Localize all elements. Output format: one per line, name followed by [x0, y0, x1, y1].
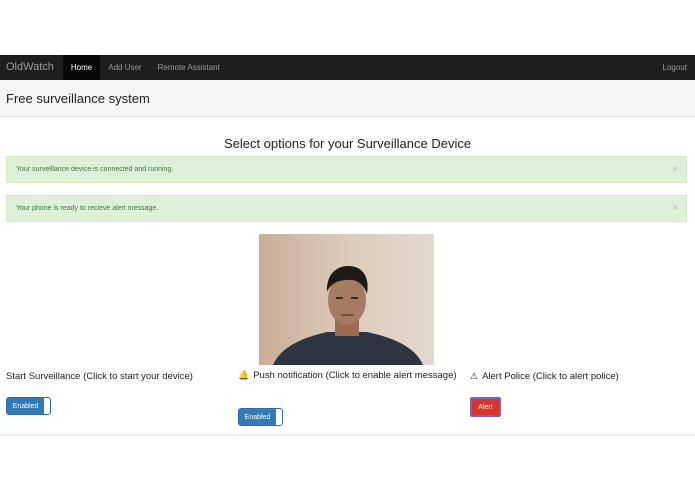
start-surveillance-label: Start Surveillance (Click to start your …: [6, 371, 193, 382]
push-notification-label: 🔔 Push notification (Click to enable aler…: [238, 370, 458, 381]
options-heading: Select options for your Surveillance Dev…: [223, 136, 472, 151]
alert-message: Your surveillance device is connected an…: [16, 166, 174, 173]
close-icon[interactable]: ×: [672, 203, 678, 214]
logout-link[interactable]: Logout: [655, 55, 695, 80]
alert-police-text: Alert Police (Click to alert police): [482, 371, 619, 382]
push-notification-text: Push notification (Click to enable alert…: [253, 370, 457, 381]
warning-icon: ⚠: [470, 371, 479, 381]
start-surveillance-toggle[interactable]: Enabled: [6, 397, 51, 415]
nav-item-remote-assistant[interactable]: Remote Assistant: [150, 55, 228, 80]
alert-police-label: ⚠ Alert Police (Click to alert police): [470, 371, 619, 382]
start-surveillance-text: Start Surveillance (Click to start your …: [6, 371, 193, 382]
page-title: Free surveillance system: [6, 91, 150, 106]
phone-status-alert: Your phone is ready to recieve alert mes…: [6, 195, 687, 222]
device-status-alert: Your surveillance device is connected an…: [6, 156, 687, 183]
page-header: Free surveillance system: [0, 80, 695, 117]
camera-feed-illustration: [259, 234, 434, 365]
toggle-on-label: Enabled: [7, 398, 44, 414]
nav-item-add-user[interactable]: Add User: [100, 55, 149, 80]
alert-police-button[interactable]: Alert: [470, 397, 501, 417]
alert-message: Your phone is ready to recieve alert mes…: [16, 205, 159, 212]
camera-feed-image: [259, 234, 434, 365]
brand-logo[interactable]: OldWatch: [0, 55, 63, 80]
toggle-on-label: Enabled: [239, 409, 276, 425]
bell-icon: 🔔: [238, 370, 250, 380]
footer-divider: [0, 434, 695, 436]
top-navbar: OldWatch Home Add User Remote Assistant …: [0, 55, 695, 80]
nav-item-home[interactable]: Home: [62, 55, 101, 80]
push-notification-toggle[interactable]: Enabled: [238, 408, 283, 426]
close-icon[interactable]: ×: [672, 164, 678, 175]
